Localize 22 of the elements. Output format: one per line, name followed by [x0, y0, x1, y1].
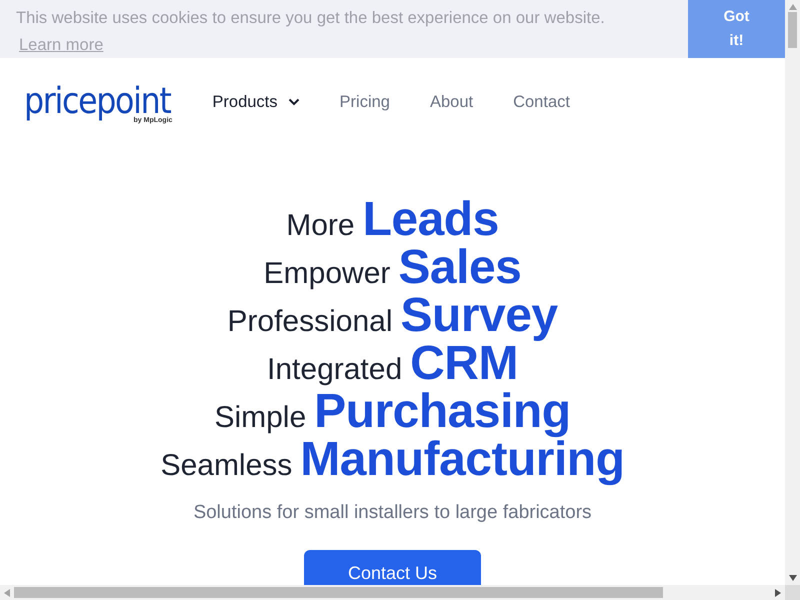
headline-word: Integrated — [267, 353, 402, 387]
hero-subtitle: Solutions for small installers to large fabricators — [193, 502, 592, 524]
headline-word: Seamless — [160, 449, 292, 483]
scroll-up-icon[interactable] — [788, 4, 796, 10]
nav-link[interactable]: About — [430, 84, 474, 120]
headline-word: Professional — [227, 305, 392, 339]
contact-us-button[interactable]: Contact Us — [304, 550, 481, 585]
cookie-message: This website uses cookies to ensure you get the best experience on our website. — [16, 9, 605, 28]
scroll-left-icon[interactable] — [4, 588, 10, 596]
headline-word: Simple — [214, 401, 306, 435]
scroll-down-icon[interactable] — [788, 575, 796, 581]
scrollbar-thumb[interactable] — [788, 12, 797, 48]
scrollbar-corner — [785, 585, 800, 600]
headline-word: More — [286, 209, 355, 243]
scrollbar-thumb[interactable] — [14, 587, 663, 598]
scroll-right-icon[interactable] — [775, 588, 781, 596]
chevron-down-icon — [288, 98, 300, 106]
nav-link[interactable]: Pricing — [340, 84, 390, 120]
nav-link[interactable]: Products — [212, 84, 300, 120]
headline-word: Empower — [264, 257, 390, 291]
nav-link[interactable]: Contact — [513, 84, 570, 120]
got-it-button[interactable]: Got it! — [688, 0, 785, 58]
